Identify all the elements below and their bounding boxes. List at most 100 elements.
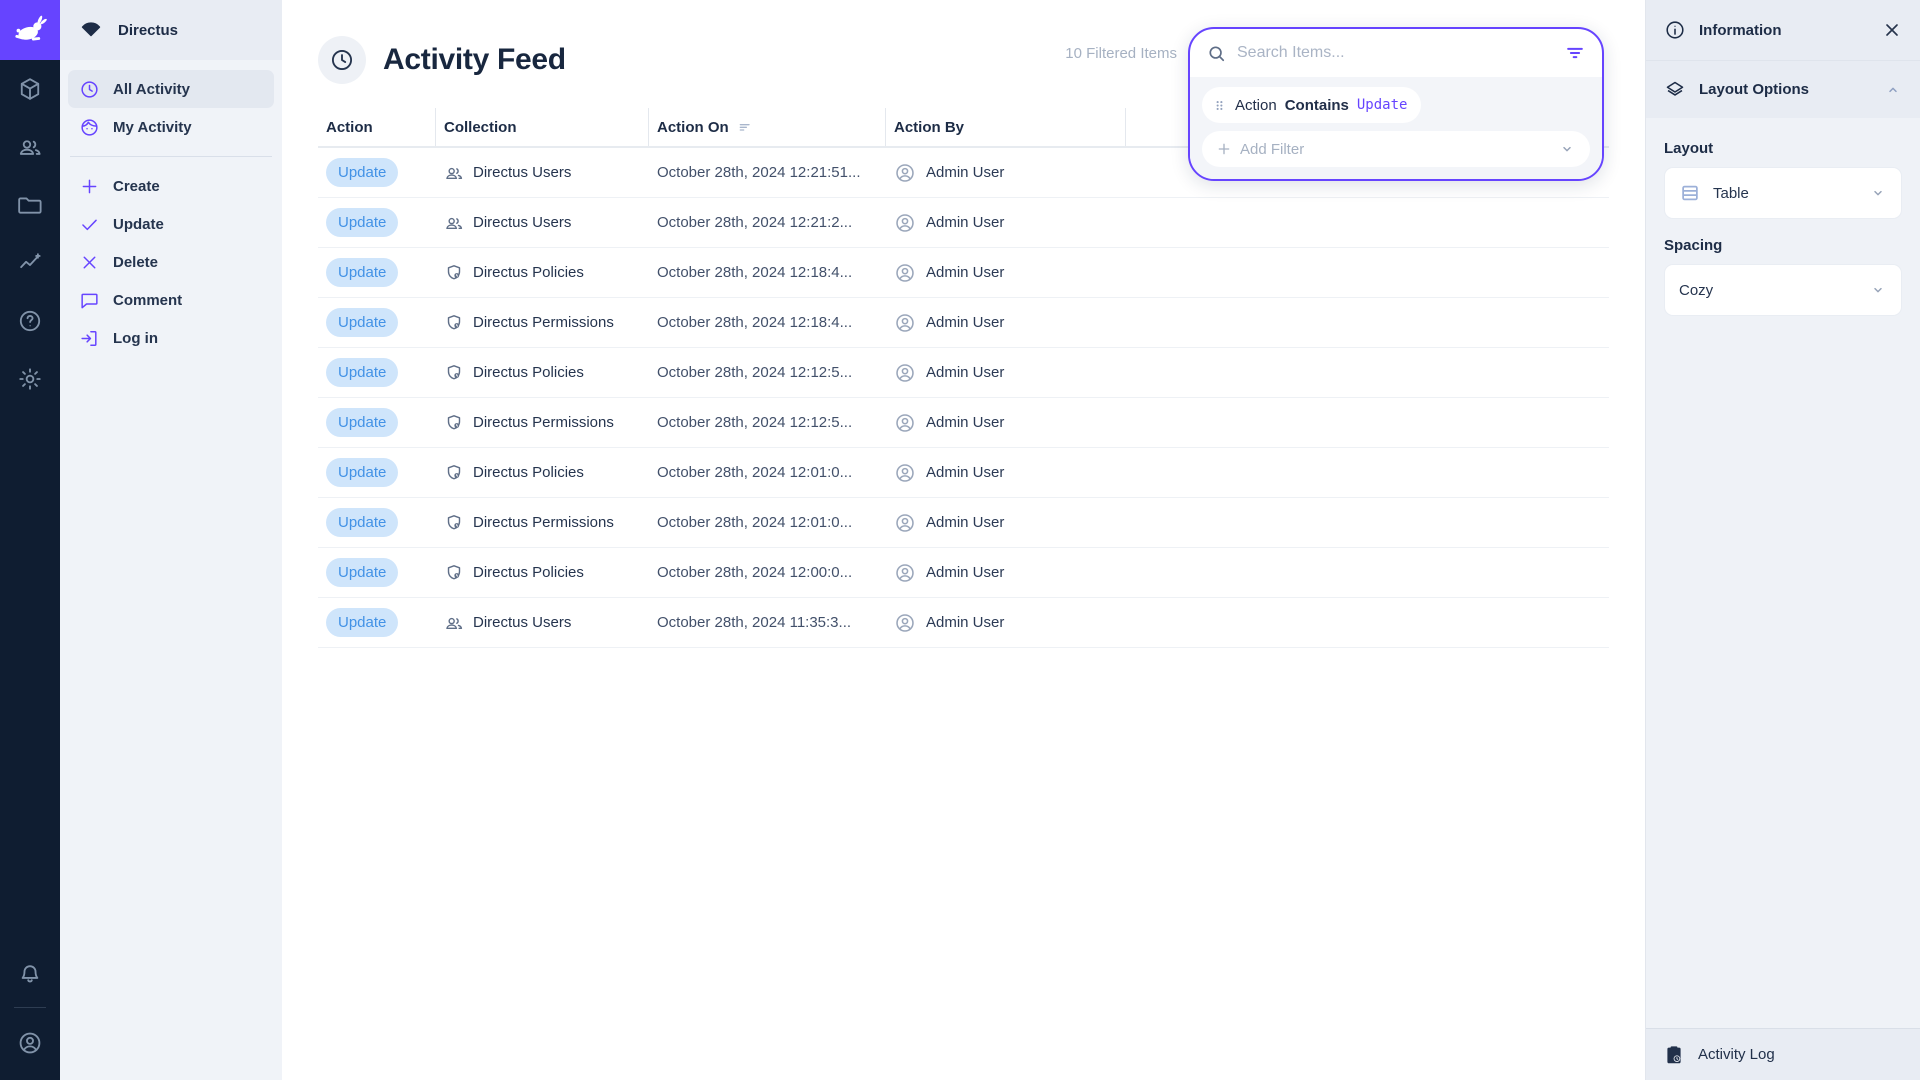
chevron-up-icon[interactable] (1884, 81, 1902, 99)
sidebar-item-log-in[interactable]: Log in (68, 319, 274, 357)
directus-logo[interactable] (0, 0, 60, 60)
action-user: Admin User (926, 614, 1004, 631)
search-bar (1190, 29, 1602, 77)
insights-icon (17, 250, 43, 276)
activity-log-button[interactable]: Activity Log (1646, 1028, 1920, 1080)
action-user: Admin User (926, 564, 1004, 581)
action-badge: Update (326, 558, 398, 588)
filter-field: Action (1235, 97, 1277, 114)
shield-icon (444, 363, 464, 383)
avatar-icon (894, 312, 916, 334)
action-timestamp: October 28th, 2024 12:12:5... (657, 414, 852, 431)
layout-options-body: Layout Table Spacing Cozy (1646, 118, 1920, 1028)
shield-icon (444, 413, 464, 433)
action-timestamp: October 28th, 2024 12:18:4... (657, 314, 852, 331)
face-icon (79, 117, 100, 138)
table-row[interactable]: Update Directus Policies October 28th, 202… (318, 548, 1609, 598)
shield-icon (444, 313, 464, 333)
module-button-cube[interactable] (0, 60, 60, 118)
sidebar-item-create[interactable]: Create (68, 167, 274, 205)
drag-handle-icon[interactable] (1212, 98, 1227, 113)
right-sidebar: Information Layout Options Layout Table (1645, 0, 1920, 1080)
table-row[interactable]: UpdateDirectus UsersOctober 28th, 2024 1… (318, 598, 1609, 648)
sort-icon (737, 119, 753, 135)
folder-icon (17, 192, 43, 218)
shield-icon (444, 263, 464, 283)
sidebar-item-comment[interactable]: Comment (68, 281, 274, 319)
activity-log-label: Activity Log (1698, 1046, 1775, 1063)
action-user: Admin User (926, 214, 1004, 231)
collection-name: Directus Permissions (473, 314, 614, 331)
cube-icon (17, 76, 43, 102)
sidebar-item-all-activity[interactable]: All Activity (68, 70, 274, 108)
table-row[interactable]: UpdateDirectus PermissionsOctober 28th, … (318, 398, 1609, 448)
table-row[interactable]: UpdateDirectus PoliciesOctober 28th, 202… (318, 348, 1609, 398)
spacing-value: Cozy (1679, 282, 1713, 299)
sidebar-item-label: Comment (113, 292, 182, 309)
close-icon (79, 252, 100, 273)
layout-select[interactable]: Table (1664, 167, 1902, 219)
filter-operator: Contains (1285, 97, 1349, 114)
module-button-insights[interactable] (0, 234, 60, 292)
clock-icon (79, 79, 100, 100)
search-input[interactable] (1237, 44, 1554, 62)
action-timestamp: October 28th, 2024 12:01:0... (657, 514, 852, 531)
rabbit-logo-icon (12, 12, 48, 48)
column-header-action-by[interactable]: Action By (886, 108, 1126, 146)
collection-name: Directus Policies (473, 264, 584, 281)
action-badge: Update (326, 258, 398, 288)
action-timestamp: October 28th, 2024 12:18:4... (657, 264, 852, 281)
avatar-icon (894, 162, 916, 184)
action-timestamp: October 28th, 2024 12:00:0... (657, 564, 852, 581)
module-button-bell[interactable] (0, 943, 60, 1001)
filter-list-icon[interactable] (1564, 42, 1586, 64)
activity-table: Action Collection Action On Action By Up… (318, 108, 1609, 648)
sidebar-item-my-activity[interactable]: My Activity (68, 108, 274, 146)
table-row[interactable]: Update Directus Policies October 28th, 202… (318, 248, 1609, 298)
people-icon (17, 134, 43, 160)
table-row[interactable]: UpdateDirectus PoliciesOctober 28th, 202… (318, 448, 1609, 498)
chevron-down-icon (1869, 184, 1887, 202)
table-row[interactable]: UpdateDirectus PermissionsOctober 28th, … (318, 498, 1609, 548)
plus-icon (79, 176, 100, 197)
table-row[interactable]: UpdateDirectus UsersOctober 28th, 2024 1… (318, 198, 1609, 248)
chevron-down-icon (1869, 281, 1887, 299)
main-content: Activity Feed 10 Filtered Items (282, 0, 1645, 1080)
help-icon (17, 308, 43, 334)
nav-divider (70, 156, 272, 157)
layout-label: Layout (1664, 140, 1902, 157)
add-filter-button[interactable]: Add Filter (1202, 131, 1590, 167)
avatar-icon (894, 562, 916, 584)
rail-divider (14, 1007, 46, 1008)
table-row[interactable]: UpdateDirectus PermissionsOctober 28th, … (318, 298, 1609, 348)
module-button-account-circle[interactable] (0, 1014, 60, 1072)
sidebar-item-delete[interactable]: Delete (68, 243, 274, 281)
chevron-down-icon[interactable] (1558, 140, 1576, 158)
check-icon (79, 214, 100, 235)
column-header-collection[interactable]: Collection (436, 108, 649, 146)
spacing-select[interactable]: Cozy (1664, 264, 1902, 316)
project-name: Directus (118, 22, 178, 39)
module-button-people[interactable] (0, 118, 60, 176)
close-icon[interactable] (1882, 20, 1902, 40)
collection-name: Directus Policies (473, 564, 584, 581)
sidebar-item-update[interactable]: Update (68, 205, 274, 243)
module-button-folder[interactable] (0, 176, 60, 234)
column-header-action-on[interactable]: Action On (649, 108, 886, 146)
action-badge: Update (326, 608, 398, 638)
column-header-action[interactable]: Action (318, 108, 436, 146)
users-icon (444, 163, 464, 183)
module-button-settings[interactable] (0, 350, 60, 408)
action-timestamp: October 28th, 2024 12:12:5... (657, 364, 852, 381)
table-body: UpdateDirectus UsersOctober 28th, 2024 1… (318, 148, 1609, 648)
shield-icon (444, 563, 464, 583)
filter-rule[interactable]: Action Contains Update (1202, 87, 1421, 123)
nav-actions-group: CreateUpdate Delete Comment Log in (60, 167, 282, 367)
clock-icon (318, 36, 366, 84)
sidebar-item-label: Delete (113, 254, 158, 271)
module-button-help[interactable] (0, 292, 60, 350)
project-header[interactable]: Directus (60, 0, 282, 60)
layout-options-header[interactable]: Layout Options (1646, 60, 1920, 118)
action-user: Admin User (926, 514, 1004, 531)
shield-icon (444, 513, 464, 533)
